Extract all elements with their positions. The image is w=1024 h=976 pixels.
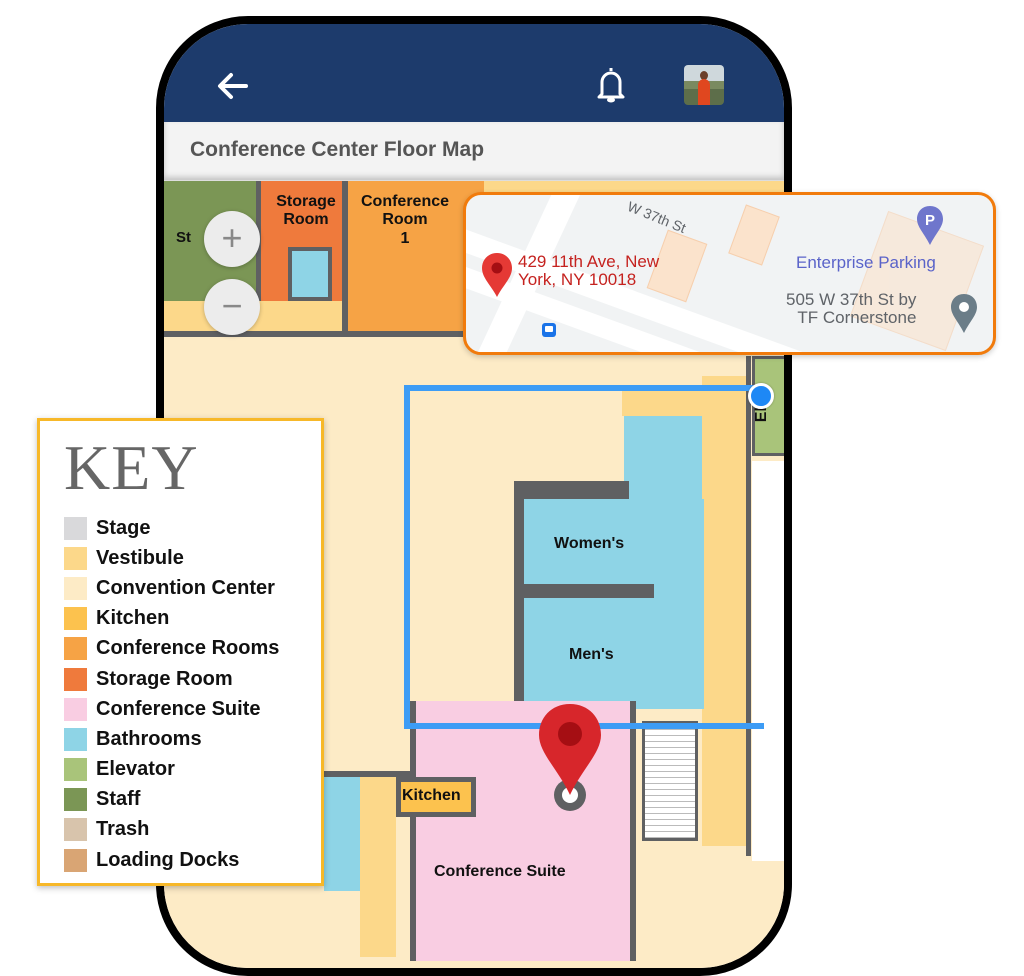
legend-swatch [64, 516, 87, 540]
app-bar [164, 24, 784, 122]
route-start-dot[interactable] [748, 383, 774, 409]
legend-item: Stage [64, 513, 279, 543]
address: 429 11th Ave, New York, NY 10018 [518, 252, 660, 289]
legend-swatch [64, 667, 87, 691]
legend-label: Elevator [96, 758, 175, 781]
stairwell [642, 721, 698, 841]
legend-item: Vestibule [64, 543, 279, 573]
place-pin-icon [951, 294, 977, 333]
legend-item: Loading Docks [64, 845, 279, 875]
avatar[interactable] [684, 65, 724, 105]
legend-label: Stage [96, 516, 151, 539]
kitchen-label: Kitchen [402, 787, 461, 804]
building [728, 204, 780, 266]
legend-label: Conference Suite [96, 697, 261, 720]
legend-title: KEY [64, 432, 199, 503]
legend-list: Stage Vestibule Convention Center Kitchen Co… [64, 513, 279, 875]
legend-swatch [64, 848, 87, 872]
back-button[interactable] [216, 72, 250, 100]
legend-item: Storage Room [64, 664, 279, 694]
legend-swatch [64, 788, 87, 812]
location-card[interactable]: W 37th St 429 11th Ave, New York, NY 100… [463, 192, 996, 355]
legend-label: Storage Room [96, 667, 233, 690]
legend-swatch [64, 818, 87, 842]
wall [342, 181, 348, 331]
staff-room-label: St [176, 229, 191, 246]
conference-room-1-label: Conference Room 1 [360, 193, 450, 247]
legend-swatch [64, 546, 87, 570]
storage-bathroom [288, 247, 332, 301]
lower-bathroom [324, 771, 360, 891]
poi-label[interactable]: 505 W 37th St by TF Cornerstone [786, 291, 916, 327]
legend-label: Trash [96, 818, 150, 841]
legend-item: Conference Suite [64, 694, 279, 724]
legend-item: Bathrooms [64, 724, 279, 754]
legend-label: Loading Docks [96, 848, 240, 871]
wall [324, 771, 410, 777]
notification-button[interactable] [594, 64, 628, 104]
legend-item: Staff [64, 785, 279, 815]
legend-label: Bathrooms [96, 727, 202, 750]
legend-swatch [64, 607, 87, 631]
title-bar: Conference Center Floor Map [164, 122, 784, 181]
legend-swatch [64, 637, 87, 661]
legend-label: Kitchen [96, 607, 170, 630]
legend-label: Conference Rooms [96, 637, 280, 660]
bell-icon [597, 68, 625, 103]
destination-marker[interactable] [534, 701, 606, 811]
legend-label: Convention Center [96, 576, 275, 599]
legend-item: Conference Rooms [64, 634, 279, 664]
arrow-left-icon [218, 73, 248, 99]
svg-text:P: P [925, 212, 935, 229]
parking-icon[interactable]: P [916, 205, 944, 247]
legend-swatch [64, 727, 87, 751]
legend-label: Vestibule [96, 546, 184, 569]
bus-stop-icon[interactable] [542, 323, 556, 337]
legend-item: Convention Center [64, 573, 279, 603]
legend-item: Elevator [64, 755, 279, 785]
legend-item: Kitchen [64, 604, 279, 634]
vestibule-lower [360, 777, 396, 957]
route-cover [410, 391, 766, 723]
street-label: W 37th St [625, 198, 689, 236]
zoom-in-button[interactable]: + [204, 211, 260, 267]
map-pin-icon [539, 704, 601, 811]
conference-suite-label: Conference Suite [434, 863, 566, 880]
avatar-body [698, 79, 710, 105]
page-title: Conference Center Floor Map [190, 138, 485, 161]
legend-item: Trash [64, 815, 279, 845]
location-pin-icon [482, 253, 512, 297]
legend-swatch [64, 758, 87, 782]
legend-label: Staff [96, 788, 141, 811]
zoom-out-button[interactable]: − [204, 279, 260, 335]
parking-poi-label[interactable]: Enterprise Parking [796, 253, 936, 273]
storage-room-label: Storage Room [276, 193, 336, 229]
legend-swatch [64, 576, 87, 600]
legend-swatch [64, 697, 87, 721]
map-legend: KEY Stage Vestibule Convention Center Kitch… [37, 418, 324, 886]
